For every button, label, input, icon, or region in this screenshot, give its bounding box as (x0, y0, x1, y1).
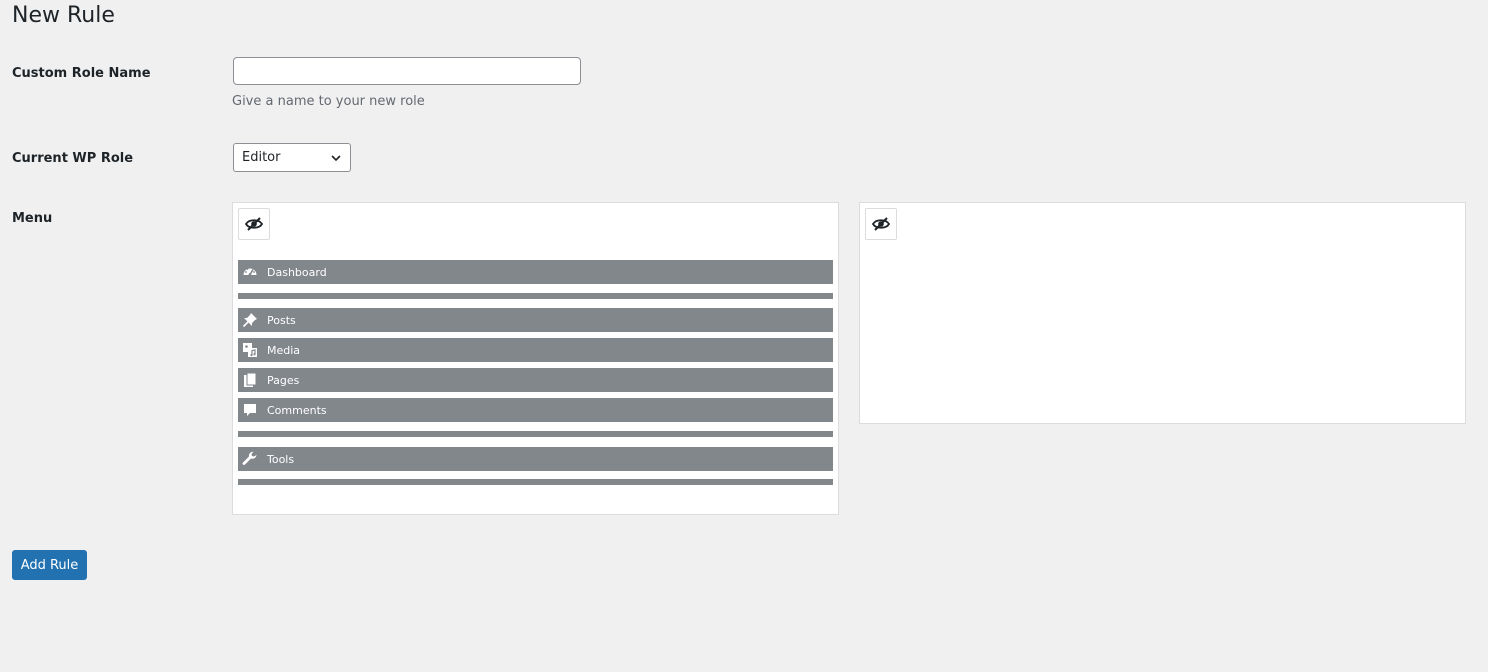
menu-item-tools[interactable]: Tools (238, 447, 833, 471)
custom-role-name-label: Custom Role Name (12, 66, 151, 81)
menu-item-media[interactable]: Media (238, 338, 833, 362)
media-icon (238, 338, 262, 362)
hide-toggle-button[interactable] (238, 208, 270, 240)
pages-icon (238, 368, 262, 392)
comment-icon (238, 398, 262, 422)
menu-separator[interactable] (238, 479, 833, 485)
eye-slash-icon (871, 217, 891, 231)
menu-item-label: Media (267, 343, 301, 357)
menu-item-label: Tools (267, 452, 295, 466)
menu-item-label: Pages (267, 373, 300, 387)
dashboard-icon (238, 260, 262, 284)
menu-item-comments[interactable]: Comments (238, 398, 833, 422)
menu-item-posts[interactable]: Posts (238, 308, 833, 332)
wrench-icon (238, 447, 262, 471)
chevron-down-icon (331, 155, 341, 162)
menu-item-label: Dashboard (267, 265, 327, 279)
page-title: New Rule (12, 3, 115, 28)
menu-separator[interactable] (238, 293, 833, 299)
hide-toggle-button[interactable] (865, 208, 897, 240)
pin-icon (238, 308, 262, 332)
menu-item-label: Comments (267, 403, 327, 417)
add-rule-button[interactable]: Add Rule (12, 550, 87, 580)
menu-separator[interactable] (238, 431, 833, 437)
menu-label: Menu (12, 211, 53, 226)
wp-role-selected-value: Editor (242, 150, 281, 165)
current-wp-role-label: Current WP Role (12, 151, 134, 166)
menu-item-pages[interactable]: Pages (238, 368, 833, 392)
menu-items-panel-visible: Dashboard Posts Media Pages Comments Too… (232, 202, 839, 515)
eye-slash-icon (244, 217, 264, 231)
menu-item-dashboard[interactable]: Dashboard (238, 260, 833, 284)
custom-role-name-input[interactable] (233, 57, 581, 85)
wp-role-select[interactable]: Editor (233, 143, 351, 172)
menu-item-label: Posts (267, 313, 296, 327)
role-name-help-text: Give a name to your new role (232, 94, 425, 109)
menu-items-panel-hidden (859, 202, 1466, 424)
